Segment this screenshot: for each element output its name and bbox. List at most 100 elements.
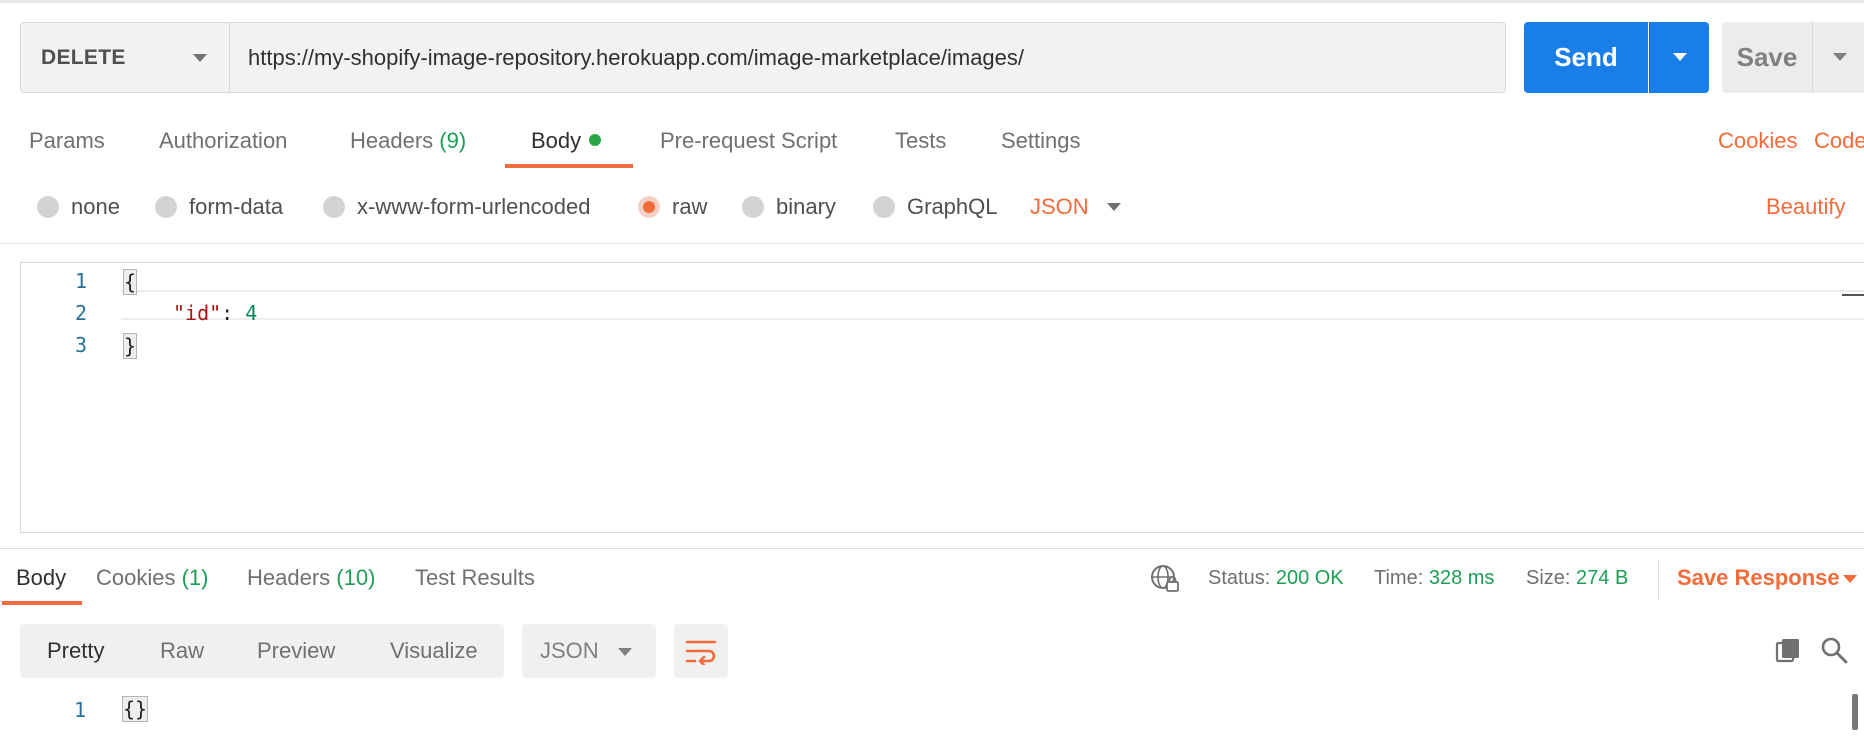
- chevron-down-icon: [618, 648, 632, 656]
- divider: [0, 548, 1864, 549]
- chevron-down-icon: [1673, 53, 1687, 61]
- send-options-button[interactable]: [1649, 22, 1709, 93]
- tab-label: Cookies: [96, 565, 176, 590]
- time-value: 328 ms: [1428, 567, 1495, 589]
- copy-icon[interactable]: [1774, 636, 1802, 664]
- save-response-button[interactable]: Save Response: [1677, 565, 1840, 591]
- size-label: Size:: [1526, 567, 1571, 589]
- view-raw[interactable]: Raw: [160, 638, 204, 664]
- url-input[interactable]: https://my-shopify-image-repository.hero…: [229, 22, 1506, 93]
- code-line: }: [123, 333, 138, 359]
- status-label: Status:: [1208, 567, 1271, 589]
- code-link[interactable]: Code: [1814, 128, 1864, 154]
- json-value: 4: [245, 301, 258, 325]
- send-button[interactable]: Send: [1524, 22, 1648, 93]
- request-body-editor[interactable]: 1 2 3 { "id": 4 }: [20, 262, 1864, 533]
- send-label: Send: [1554, 42, 1618, 72]
- tab-label: Headers: [247, 565, 331, 590]
- time-label: Time:: [1374, 567, 1424, 589]
- size-value: 274 B: [1576, 567, 1629, 589]
- tab-label: Pre-request Script: [660, 128, 838, 153]
- tab-tests[interactable]: Tests: [895, 128, 946, 154]
- radio-label: form-data: [189, 194, 284, 219]
- radio-binary[interactable]: binary: [742, 194, 836, 220]
- scrollbar-marker[interactable]: [1842, 294, 1864, 296]
- active-tab-indicator: [2, 601, 82, 605]
- line-number: 1: [74, 269, 87, 293]
- radio-label: x-www-form-urlencoded: [357, 194, 591, 219]
- save-options-button[interactable]: [1812, 22, 1864, 93]
- top-divider: [0, 0, 1864, 3]
- beautify-link[interactable]: Beautify: [1766, 194, 1846, 220]
- line-number: 2: [74, 301, 87, 325]
- body-format-select[interactable]: JSON: [1030, 194, 1089, 220]
- response-format-select[interactable]: JSON: [522, 624, 656, 678]
- body-modified-dot: [589, 134, 602, 146]
- radio-circle: [155, 196, 177, 218]
- method-label: DELETE: [41, 45, 126, 69]
- radio-graphql[interactable]: GraphQL: [873, 194, 998, 220]
- globe-lock-icon[interactable]: [1150, 564, 1180, 594]
- radio-circle: [323, 196, 345, 218]
- response-tab-test-results[interactable]: Test Results: [415, 565, 535, 591]
- tab-label: Test Results: [415, 565, 535, 590]
- json-colon: :: [221, 301, 246, 325]
- method-select[interactable]: DELETE: [20, 22, 230, 93]
- tab-headers[interactable]: Headers (9): [350, 128, 466, 154]
- cookies-link[interactable]: Cookies: [1718, 128, 1797, 154]
- response-scrollbar[interactable]: [1852, 694, 1858, 730]
- tab-settings[interactable]: Settings: [1001, 128, 1081, 154]
- radio-raw[interactable]: raw: [638, 194, 707, 220]
- tab-label: Body: [531, 128, 582, 153]
- radio-circle: [873, 196, 895, 218]
- format-label: JSON: [540, 638, 599, 663]
- tab-label: Params: [29, 128, 105, 153]
- response-tab-headers[interactable]: Headers (10): [247, 565, 375, 591]
- brace-match: {}: [122, 696, 149, 722]
- response-body-code: {}: [122, 696, 149, 722]
- response-view-group: Pretty Raw Preview Visualize: [20, 624, 504, 678]
- chevron-down-icon: [1833, 53, 1847, 61]
- tab-pre-request-script[interactable]: Pre-request Script: [660, 128, 837, 154]
- response-tab-body[interactable]: Body: [16, 565, 66, 591]
- view-visualize[interactable]: Visualize: [390, 638, 478, 664]
- radio-none[interactable]: none: [37, 194, 120, 220]
- search-icon[interactable]: [1820, 636, 1848, 664]
- radio-label: binary: [776, 194, 836, 219]
- brace-match: }: [123, 333, 138, 359]
- active-line-highlight: [121, 290, 1864, 320]
- status-value: 200 OK: [1275, 567, 1344, 589]
- tab-body[interactable]: Body: [531, 128, 602, 154]
- size-info: Size: 274 B: [1526, 567, 1628, 590]
- radio-form-data[interactable]: form-data: [155, 194, 283, 220]
- radio-label: GraphQL: [907, 194, 998, 219]
- chevron-down-icon[interactable]: [1843, 575, 1857, 583]
- divider: [1658, 560, 1659, 600]
- line-number: 3: [74, 333, 87, 357]
- json-key: "id": [173, 301, 222, 325]
- save-button[interactable]: Save: [1722, 22, 1812, 93]
- radio-label: raw: [672, 194, 708, 219]
- code-line: "id": 4: [173, 301, 257, 325]
- divider: [0, 243, 1864, 244]
- wrap-lines-button[interactable]: [674, 624, 728, 678]
- view-pretty[interactable]: Pretty: [47, 638, 104, 664]
- tab-label: Headers: [350, 128, 434, 153]
- response-tab-cookies[interactable]: Cookies (1): [96, 565, 209, 591]
- code-line: {: [123, 269, 138, 295]
- url-text: https://my-shopify-image-repository.hero…: [248, 44, 1025, 70]
- tab-label: Tests: [895, 128, 947, 153]
- radio-x-www-form-urlencoded[interactable]: x-www-form-urlencoded: [323, 194, 591, 220]
- brace-match: {: [123, 269, 138, 295]
- wrap-lines-icon: [685, 640, 717, 665]
- radio-circle: [37, 196, 59, 218]
- chevron-down-icon[interactable]: [1107, 203, 1121, 211]
- active-tab-indicator: [505, 164, 633, 168]
- tab-params[interactable]: Params: [29, 128, 105, 154]
- save-label: Save: [1736, 42, 1798, 72]
- tab-authorization[interactable]: Authorization: [159, 128, 287, 154]
- status-info: Status: 200 OK: [1208, 567, 1344, 590]
- chevron-down-icon: [193, 54, 207, 62]
- time-info: Time: 328 ms: [1374, 567, 1494, 590]
- view-preview[interactable]: Preview: [257, 638, 335, 664]
